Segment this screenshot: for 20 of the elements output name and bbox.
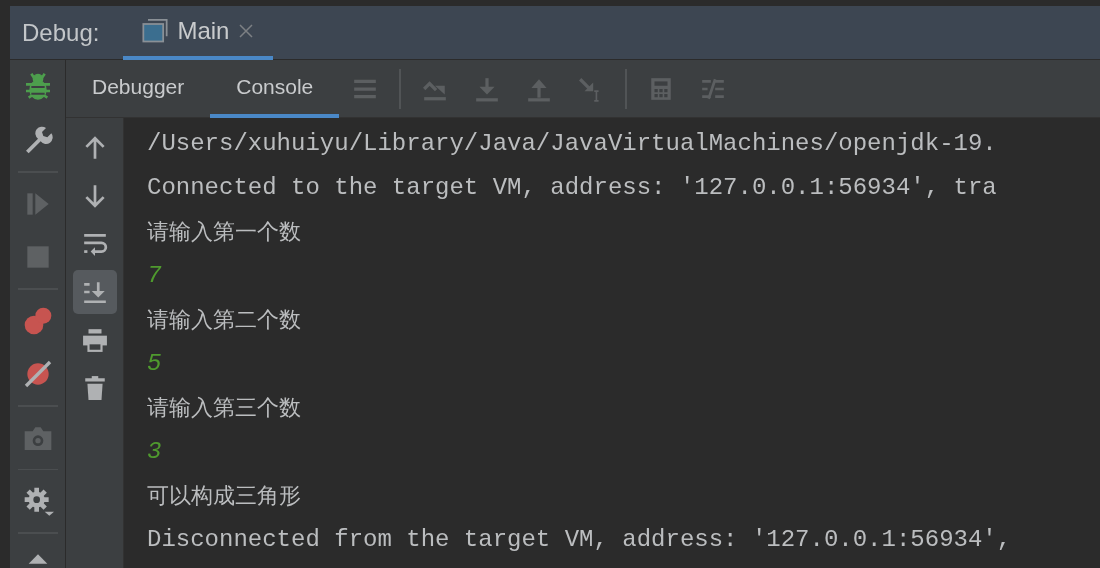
console-line: Connected to the target VM, address: '127.0.0.1:56934', tra [147,173,997,203]
console-line: Disconnected from the target VM, address: '127.0.0.1:56934', [147,525,1012,555]
settings-icon[interactable] [22,485,54,518]
print-icon [81,327,108,353]
console-line: 可以构成三角形 [147,482,301,510]
input-text: 3 [147,437,162,467]
console-line: 请输入第一个数 [147,218,301,246]
step-into-icon[interactable] [474,75,501,102]
scroll-to-end-icon [81,279,108,305]
tab[interactable]: Debugger [66,59,211,118]
close-icon [237,21,256,40]
scroll-to-end-button[interactable] [72,270,117,314]
console-line: /Users/xuhuiyu/Library/Java/JavaVirtualMachines/openjdk-19. [147,129,997,159]
console-line: 请输入第三个数 [147,394,301,422]
input-text: 5 [147,349,162,379]
panel-label: Debug: [21,17,100,48]
console-line: 请输入第二个数 [147,306,301,334]
input-text: 7 [147,261,162,291]
window-icon [141,16,170,45]
soft-wrap-icon [81,231,108,257]
